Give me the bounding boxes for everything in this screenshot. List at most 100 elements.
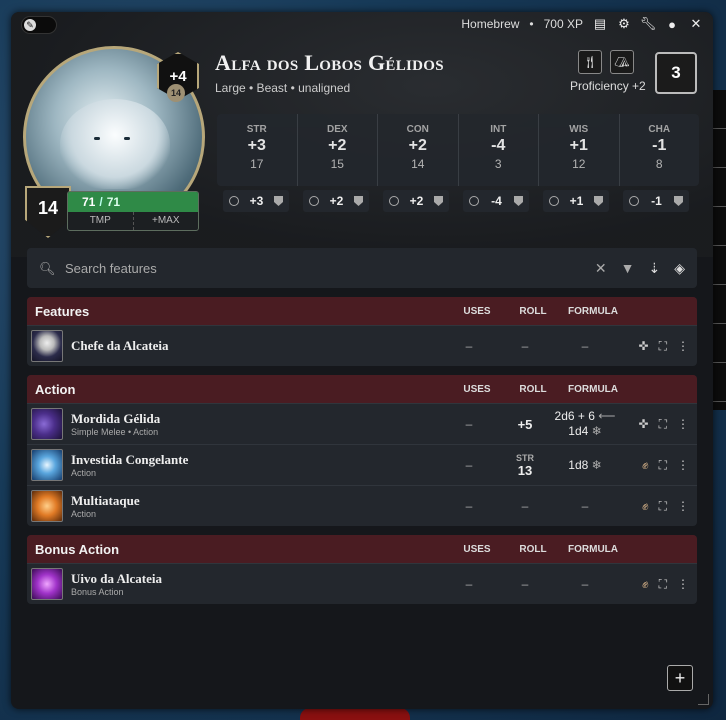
ability-con[interactable]: CON +2 14 [377,114,458,186]
damage-formula[interactable]: 2d6 + 6 ⟵ [553,409,617,424]
target-icon[interactable]: ✜ [639,339,649,353]
search-input[interactable] [63,259,595,277]
roll-button[interactable]: +5 [497,417,553,432]
proficiency-toggle-icon[interactable] [229,196,239,206]
proficiency-toggle-icon[interactable] [389,196,399,206]
proficiency-box[interactable]: 3 [655,52,697,94]
character-sheet-window: ✎ Homebrew • 700 XP ▤ ⚙ 🔧︎ ● ✕ +4 14 14 … [11,12,713,709]
list-item[interactable]: Uivo da Alcateia Bonus Action – – – ✊︎ ⛶ ⋮ [27,563,697,604]
proficiency-toggle-icon[interactable] [309,196,319,206]
fist-icon[interactable]: ✊︎ [642,458,649,473]
layers-icon[interactable]: ◈ [674,260,685,277]
hp-temp-field[interactable]: TMP [68,212,133,230]
search-icon: 🔍︎ [39,261,56,276]
expand-icon[interactable]: ⛶ [659,458,667,473]
clear-icon[interactable]: ✕ [595,260,607,277]
camp-icon[interactable]: ⛺︎ [610,50,634,74]
save-dc[interactable]: STR 13 [497,453,553,478]
menu-icon[interactable]: ⋮ [677,339,689,353]
action-section: Action USES ROLL FORMULA Mordida Gélida S… [27,375,697,526]
fist-icon[interactable]: ✊︎ [642,577,649,592]
shield-icon [513,196,523,206]
feature-image [31,568,63,600]
character-name: Alfa dos Lobos Gélidos [215,50,444,75]
expand-icon[interactable]: ⛶ [659,417,667,432]
user-icon[interactable]: ● [665,17,679,32]
shield-icon [594,196,603,206]
mode-label: Homebrew [461,17,520,31]
gear-icon[interactable]: ⚙ [617,16,631,31]
rest-icon[interactable]: 🍴︎ [578,50,602,74]
hit-points-box[interactable]: 71 / 71 TMP +MAX [67,191,199,231]
section-header[interactable]: Action USES ROLL FORMULA [27,375,697,403]
ability-int[interactable]: INT -4 3 [457,114,539,186]
save-wis[interactable]: +1 [543,190,609,212]
attack-image [31,408,63,440]
sort-icon[interactable]: ⇣ [648,260,660,277]
menu-icon[interactable]: ⋮ [677,499,689,513]
section-header[interactable]: Features USES ROLL FORMULA [27,297,697,325]
list-item[interactable]: Mordida Gélida Simple Melee • Action – +5… [27,403,697,444]
wrench-icon[interactable]: 🔧︎ [640,16,657,31]
feature-image [31,330,63,362]
attack-image [31,490,63,522]
save-con[interactable]: +2 [383,190,449,212]
bonus-action-section: Bonus Action USES ROLL FORMULA Uivo da A… [27,535,697,604]
ability-cha[interactable]: CHA -1 8 [618,114,700,186]
damage-formula[interactable]: 1d8 ❄ [553,458,617,473]
ability-scores: STR +3 17 DEX +2 15 CON +2 14 INT -4 3 WIS +1 12 C… [217,114,699,186]
saving-throws: +3 +2 +2 -4 +1 -1 [217,190,705,212]
cold-icon: ❄ [591,424,602,438]
filter-icon[interactable]: ▼ [621,260,635,276]
expand-icon[interactable]: ⛶ [659,577,667,592]
menu-icon[interactable]: ⋮ [677,577,689,591]
shield-icon [274,196,283,206]
hp-max-field[interactable]: +MAX [132,212,199,230]
section-header[interactable]: Bonus Action USES ROLL FORMULA [27,535,697,563]
target-icon[interactable]: ✜ [639,417,649,431]
resize-handle[interactable] [698,694,709,705]
expand-icon[interactable]: ⛶ [659,499,667,514]
wrench-toggle-icon: ✎ [24,19,36,31]
expand-icon[interactable]: ⛶ [659,339,667,354]
save-dex[interactable]: +2 [303,190,369,212]
title-bar: ✎ Homebrew • 700 XP ▤ ⚙ 🔧︎ ● ✕ [11,12,713,40]
character-subtitle: Large • Beast • unaligned [215,81,351,95]
hp-max: 71 [106,195,121,209]
attack-image [31,449,63,481]
proficiency-toggle-icon[interactable] [629,196,639,206]
shield-icon [354,196,363,206]
menu-icon[interactable]: ⋮ [677,458,689,472]
cold-icon: ❄ [591,457,602,472]
hp-current: 71 [82,195,96,209]
list-item[interactable]: Chefe da Alcateia – – – ✜ ⛶ ⋮ [27,325,697,366]
shield-icon [673,196,683,206]
fist-icon[interactable]: ✊︎ [642,499,649,514]
search-bar: 🔍︎ ✕ ▼ ⇣ ◈ [27,248,697,288]
save-int[interactable]: -4 [463,190,529,212]
proficiency-toggle-icon[interactable] [549,196,559,206]
proficiency-toggle-icon[interactable] [469,196,479,206]
background-decoration [300,708,410,720]
features-section: Features USES ROLL FORMULA Chefe da Alca… [27,297,697,366]
mode-toggle[interactable]: ✎ [21,16,57,34]
xp-label: 700 XP [543,17,583,31]
proficiency-label: Proficiency +2 [570,79,646,93]
damage-formula-secondary[interactable]: 1d4 ❄ [553,424,617,439]
ability-wis[interactable]: WIS +1 12 [538,114,619,186]
ability-dex[interactable]: DEX +2 15 [296,114,378,186]
save-cha[interactable]: -1 [623,190,689,212]
hp-bar[interactable]: 71 / 71 [68,192,198,212]
shield-icon [434,196,443,206]
add-item-button[interactable]: + [667,665,693,691]
armor-class-shield[interactable]: 14 [25,186,71,238]
list-item[interactable]: Investida Congelante Action – STR 13 1d8 ❄… [27,444,697,485]
slashing-icon: ⟵ [598,409,616,423]
journal-icon[interactable]: ▤ [593,16,607,31]
save-str[interactable]: +3 [223,190,289,212]
close-icon[interactable]: ✕ [689,16,703,31]
level-sub-badge: 14 [167,84,185,102]
menu-icon[interactable]: ⋮ [677,417,689,431]
list-item[interactable]: Multiataque Action – – – ✊︎ ⛶ ⋮ [27,485,697,526]
ability-str[interactable]: STR +3 17 [217,114,297,186]
